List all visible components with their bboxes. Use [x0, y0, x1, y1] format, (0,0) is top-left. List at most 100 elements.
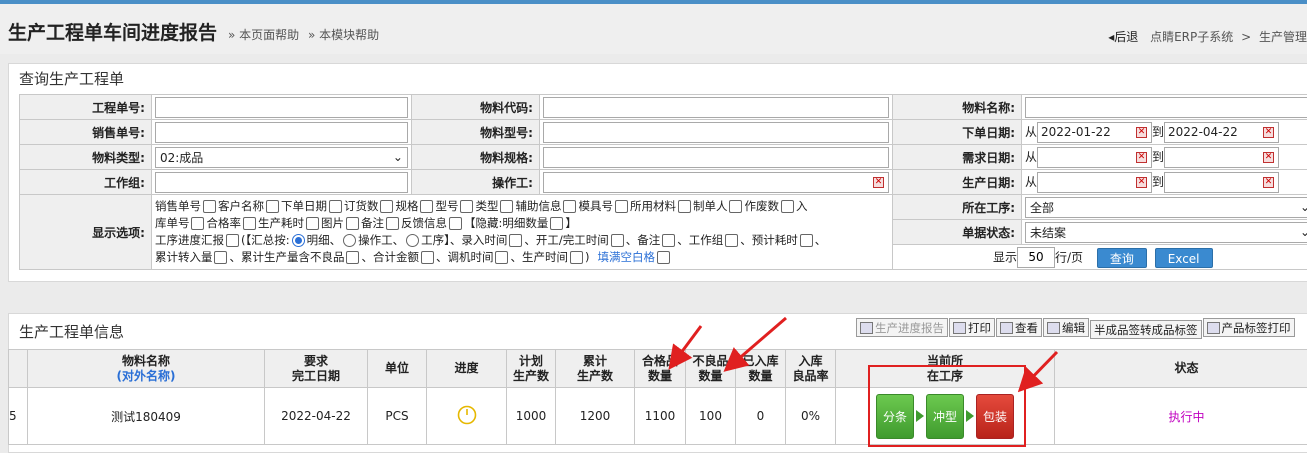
option-checkbox[interactable]	[226, 234, 239, 247]
option-checkbox[interactable]	[678, 200, 691, 213]
fill-blank-checkbox[interactable]	[657, 251, 670, 264]
col-due-date: 要求 完工日期	[265, 350, 368, 388]
order-date-from[interactable]: 2022-01-22✕	[1037, 122, 1152, 143]
fill-blank-link[interactable]: 填满空白格	[597, 250, 655, 264]
order-date-to[interactable]: 2022-04-22✕	[1164, 122, 1279, 143]
radio-operator[interactable]	[343, 234, 356, 247]
label-material-name: 物料名称:	[892, 95, 1021, 120]
table-row[interactable]: 5 测试180409 2022-04-22 PCS 1000 1200 1100…	[9, 388, 1307, 445]
option-checkbox[interactable]	[662, 234, 675, 247]
breadcrumb-erp[interactable]: 点睛ERP子系统	[1150, 30, 1233, 44]
option-checkbox[interactable]	[266, 200, 279, 213]
clear-icon[interactable]: ✕	[1136, 152, 1147, 163]
option-checkbox[interactable]	[243, 217, 256, 230]
option-checkbox[interactable]	[214, 251, 227, 264]
row-plan: 1000	[507, 388, 556, 445]
operator-input[interactable]: ✕	[543, 172, 889, 193]
row-bad: 100	[686, 388, 736, 445]
edit-button[interactable]: 编辑	[1043, 318, 1089, 337]
option-checkbox[interactable]	[800, 234, 813, 247]
doc-status-select[interactable]: 未结案⌄	[1025, 222, 1307, 243]
label-convert-button[interactable]: 半成品签转成品标签	[1090, 320, 1202, 339]
page-help-link[interactable]: » 本页面帮助	[228, 26, 299, 43]
option-checkbox[interactable]	[615, 200, 628, 213]
breadcrumb-production[interactable]: 生产管理	[1259, 30, 1307, 44]
label-order-date: 下单日期:	[892, 120, 1021, 145]
progress-report-button[interactable]: 生产进度报告	[856, 318, 948, 337]
option-checkbox[interactable]	[611, 234, 624, 247]
material-code-input[interactable]	[543, 97, 889, 118]
option-checkbox[interactable]	[570, 251, 583, 264]
col-unit: 单位	[368, 350, 427, 388]
query-panel-title: 查询生产工程单	[9, 64, 1307, 94]
demand-date-from[interactable]: ✕	[1037, 147, 1152, 168]
option-checkbox[interactable]	[191, 217, 204, 230]
module-help-link[interactable]: » 本模块帮助	[308, 26, 379, 43]
material-model-input[interactable]	[543, 122, 889, 143]
option-checkbox[interactable]	[500, 200, 513, 213]
option-checkbox[interactable]	[563, 200, 576, 213]
option-checkbox[interactable]	[495, 251, 508, 264]
per-page-suffix: 行/页	[1055, 250, 1083, 264]
back-link[interactable]: ◂后退	[1108, 30, 1138, 44]
info-toolbar: 生产进度报告打印查看编辑半成品签转成品标签产品标签打印	[855, 318, 1295, 339]
option-checkbox[interactable]	[329, 200, 342, 213]
option-label: 客户名称	[218, 199, 264, 213]
clear-icon[interactable]: ✕	[1263, 152, 1274, 163]
option-checkbox[interactable]	[421, 251, 434, 264]
col-bad: 不良品 数量	[686, 350, 736, 388]
clear-icon[interactable]: ✕	[1136, 177, 1147, 188]
order-no-input[interactable]	[155, 97, 408, 118]
row-good: 1100	[635, 388, 686, 445]
search-button[interactable]: 查询	[1097, 248, 1147, 268]
sales-no-input[interactable]	[155, 122, 408, 143]
radio-process[interactable]	[406, 234, 419, 247]
option-checkbox[interactable]	[509, 234, 522, 247]
option-checkbox[interactable]	[346, 217, 359, 230]
option-label: 所用材料	[630, 199, 676, 213]
clock-icon[interactable]	[456, 404, 478, 426]
print-button[interactable]: 打印	[949, 318, 995, 337]
radio-detail[interactable]	[292, 234, 305, 247]
option-checkbox[interactable]	[725, 234, 738, 247]
clear-icon[interactable]: ✕	[1263, 127, 1274, 138]
option-checkbox[interactable]	[420, 200, 433, 213]
clear-icon[interactable]: ✕	[873, 177, 884, 188]
option-checkbox[interactable]	[781, 200, 794, 213]
col-good: 合格品 数量	[635, 350, 686, 388]
option-checkbox[interactable]	[306, 217, 319, 230]
option-checkbox[interactable]	[346, 251, 359, 264]
label-material-type: 物料类型:	[20, 145, 152, 170]
row-stocked: 0	[736, 388, 786, 445]
row-status: 执行中	[1055, 388, 1307, 445]
option-checkbox[interactable]	[460, 200, 473, 213]
work-group-input[interactable]	[155, 172, 408, 193]
option-checkbox[interactable]	[550, 217, 563, 230]
per-page-input[interactable]	[1017, 247, 1055, 268]
to-label: 到	[1152, 125, 1164, 139]
excel-button[interactable]: Excel	[1155, 248, 1213, 268]
product-label-print-button[interactable]: 产品标签打印	[1203, 318, 1295, 337]
prod-date-to[interactable]: ✕	[1164, 172, 1279, 193]
material-name-input[interactable]	[1025, 97, 1307, 118]
material-type-select[interactable]: 02:成品⌄	[155, 147, 408, 168]
demand-date-to[interactable]: ✕	[1164, 147, 1279, 168]
option-checkbox[interactable]	[729, 200, 742, 213]
clear-icon[interactable]: ✕	[1136, 127, 1147, 138]
edit-icon	[1047, 322, 1060, 334]
material-spec-input[interactable]	[543, 147, 889, 168]
process-select[interactable]: 全部⌄	[1025, 197, 1307, 218]
option-checkbox[interactable]	[380, 200, 393, 213]
label-demand-date: 需求日期:	[892, 145, 1021, 170]
option-checkbox[interactable]	[449, 217, 462, 230]
option-checkbox[interactable]	[386, 217, 399, 230]
row-produced: 1200	[556, 388, 635, 445]
option-label: 明细、	[307, 233, 342, 247]
prod-date-from[interactable]: ✕	[1037, 172, 1152, 193]
option-checkbox[interactable]	[203, 200, 216, 213]
option-label: 、开工/完工时间	[524, 233, 608, 247]
view-button[interactable]: 查看	[996, 318, 1042, 337]
option-label: 规格	[395, 199, 418, 213]
clear-icon[interactable]: ✕	[1263, 177, 1274, 188]
breadcrumb-sep: >	[1241, 30, 1251, 44]
